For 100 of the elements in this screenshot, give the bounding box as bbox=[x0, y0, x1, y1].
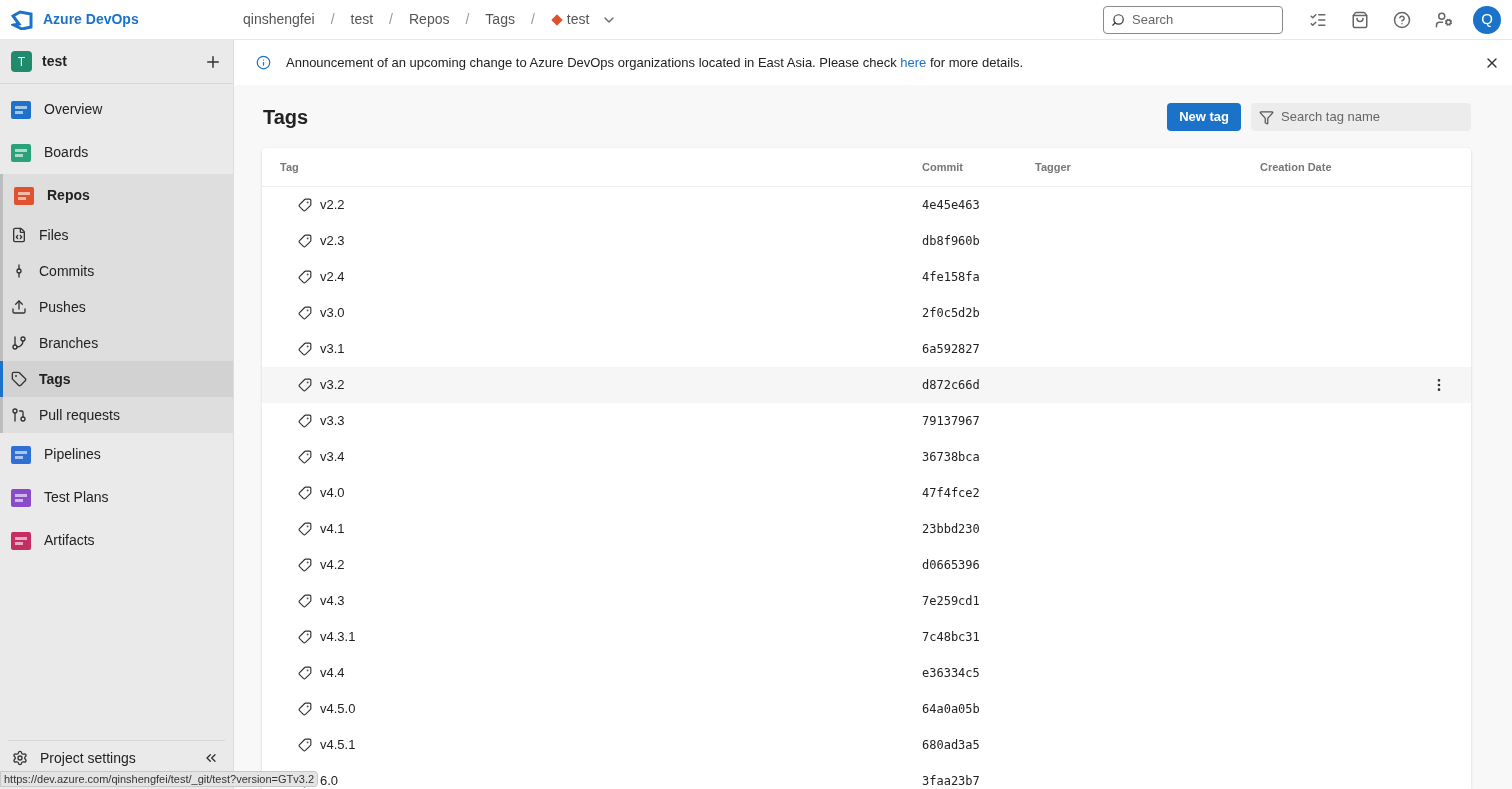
tag-icon bbox=[298, 342, 312, 356]
table-row[interactable]: v2.2 4e45e463 bbox=[262, 187, 1471, 223]
tag-icon bbox=[298, 522, 312, 536]
tag-name[interactable]: v3.0 bbox=[320, 303, 345, 323]
sidebar-item[interactable]: Repos bbox=[3, 174, 233, 217]
column-header[interactable]: Creation Date bbox=[1260, 158, 1471, 176]
tag-name[interactable]: v3.4 bbox=[320, 447, 345, 467]
sidebar-subitem[interactable]: Files bbox=[3, 217, 233, 253]
sidebar-subitem[interactable]: Commits bbox=[3, 253, 233, 289]
commit-hash[interactable]: 79137967 bbox=[922, 412, 1431, 430]
column-header[interactable]: Tag bbox=[262, 158, 922, 176]
commit-hash[interactable]: e36334c5 bbox=[922, 664, 1431, 682]
table-row[interactable]: v3.1 6a592827 bbox=[262, 331, 1471, 367]
sidebar-item[interactable]: Test Plans bbox=[0, 476, 233, 519]
repo-selector[interactable]: test bbox=[550, 9, 618, 30]
help-icon[interactable] bbox=[1393, 10, 1411, 29]
tag-icon bbox=[298, 738, 312, 752]
commit-hash[interactable]: 47f4fce2 bbox=[922, 484, 1431, 502]
tag-icon bbox=[298, 630, 312, 644]
tag-name[interactable]: v2.3 bbox=[320, 231, 345, 251]
table-row[interactable]: v4.5.1 680ad3a5 bbox=[262, 727, 1471, 763]
file-code-icon bbox=[11, 227, 27, 243]
tag-name[interactable]: v4.0 bbox=[320, 483, 345, 503]
sidebar-item[interactable]: Boards bbox=[0, 131, 233, 174]
sidebar-subitem[interactable]: Pull requests bbox=[3, 397, 233, 433]
commit-hash[interactable]: db8f960b bbox=[922, 232, 1431, 250]
tag-icon bbox=[298, 558, 312, 572]
tag-name[interactable]: v3.3 bbox=[320, 411, 345, 431]
tag-icon bbox=[298, 234, 312, 248]
sidebar-subitem[interactable]: Tags bbox=[3, 361, 233, 397]
tag-name[interactable]: v2.2 bbox=[320, 195, 345, 215]
table-row[interactable]: v4.5.0 64a0a05b bbox=[262, 691, 1471, 727]
tag-name[interactable]: v3.1 bbox=[320, 339, 345, 359]
tag-name[interactable]: v4.2 bbox=[320, 555, 345, 575]
breadcrumb-separator: / bbox=[465, 10, 470, 29]
search-field[interactable]: Search bbox=[1103, 5, 1283, 34]
tag-icon bbox=[11, 371, 27, 387]
commit-hash[interactable]: 3faa23b7 bbox=[922, 772, 1431, 789]
tag-icon bbox=[298, 486, 312, 500]
sidebar-item[interactable]: Pipelines bbox=[0, 433, 233, 476]
breadcrumb-separator: / bbox=[389, 10, 393, 29]
table-row[interactable]: v2.3 db8f960b bbox=[262, 223, 1471, 259]
sidebar-item[interactable]: Artifacts bbox=[0, 519, 233, 562]
tag-name[interactable]: v4.3.1 bbox=[320, 627, 356, 647]
bag-icon[interactable] bbox=[1351, 10, 1369, 29]
tag-name[interactable]: v3.2 bbox=[320, 375, 345, 395]
tag-name[interactable]: v4.5.0 bbox=[320, 699, 356, 719]
table-row[interactable]: v2.4 4fe158fa bbox=[262, 259, 1471, 295]
tag-icon bbox=[298, 198, 312, 212]
new-tag-button[interactable]: New tag bbox=[1167, 102, 1241, 131]
table-row[interactable]: v3.3 79137967 bbox=[262, 403, 1471, 439]
breadcrumb-link[interactable]: Tags bbox=[485, 9, 515, 30]
commit-hash[interactable]: 6a592827 bbox=[922, 340, 1431, 358]
commit-hash[interactable]: 2f0c5d2b bbox=[922, 304, 1431, 322]
table-row[interactable]: v4.3.1 7c48bc31 bbox=[262, 619, 1471, 655]
commit-hash[interactable]: 7e259cd1 bbox=[922, 592, 1431, 610]
column-header[interactable]: Tagger bbox=[1035, 158, 1260, 176]
tag-name[interactable]: v4.3 bbox=[320, 591, 345, 611]
commit-hash[interactable]: 64a0a05b bbox=[922, 700, 1431, 718]
commit-hash[interactable]: d0665396 bbox=[922, 556, 1431, 574]
sidebar-subitem[interactable]: Branches bbox=[3, 325, 233, 361]
table-row[interactable]: v4.1 23bbd230 bbox=[262, 511, 1471, 547]
breadcrumb-link[interactable]: qinshengfei bbox=[243, 9, 315, 30]
tag-name[interactable]: 6.0 bbox=[320, 771, 339, 789]
tag-icon bbox=[298, 666, 312, 680]
project-avatar: T bbox=[11, 51, 32, 72]
commit-hash[interactable]: 4e45e463 bbox=[922, 196, 1431, 214]
commit-hash[interactable]: 4fe158fa bbox=[922, 268, 1431, 286]
tag-name[interactable]: v4.1 bbox=[320, 519, 345, 539]
breadcrumb-link[interactable]: test bbox=[350, 9, 374, 30]
table-row[interactable]: v3.0 2f0c5d2b bbox=[262, 295, 1471, 331]
tag-name[interactable]: v4.5.1 bbox=[320, 735, 356, 755]
avatar[interactable]: Q bbox=[1473, 5, 1501, 34]
sidebar-item[interactable]: Overview bbox=[0, 88, 233, 131]
info-icon bbox=[256, 55, 271, 70]
filter-field[interactable]: Search tag name bbox=[1251, 102, 1471, 131]
settings-icon bbox=[12, 750, 28, 766]
user-settings-icon[interactable] bbox=[1435, 10, 1453, 29]
table-row[interactable]: v4.4 e36334c5 bbox=[262, 655, 1471, 691]
table-row[interactable]: v4.0 47f4fce2 bbox=[262, 475, 1471, 511]
product-name[interactable]: Azure DevOps bbox=[43, 9, 243, 30]
table-row[interactable]: v4.2 d0665396 bbox=[262, 547, 1471, 583]
tag-name[interactable]: v4.4 bbox=[320, 663, 345, 683]
table-row[interactable]: v3.2 d872c66d bbox=[262, 367, 1471, 403]
commit-hash[interactable]: 23bbd230 bbox=[922, 520, 1431, 538]
column-header[interactable]: Commit bbox=[922, 158, 1035, 176]
breadcrumb-link[interactable]: Repos bbox=[409, 9, 450, 30]
commit-hash[interactable]: d872c66d bbox=[922, 376, 1431, 394]
status-url-tooltip: https://dev.azure.com/qinshengfei/test/_git/test?version=GTv3.2 bbox=[0, 771, 319, 787]
project-settings-link[interactable]: Project settings bbox=[40, 747, 191, 769]
commit-hash[interactable]: 680ad3a5 bbox=[922, 736, 1431, 754]
table-row[interactable]: v3.4 36738bca bbox=[262, 439, 1471, 475]
commit-hash[interactable]: 7c48bc31 bbox=[922, 628, 1431, 646]
table-row[interactable]: v4.3 7e259cd1 bbox=[262, 583, 1471, 619]
project-name[interactable]: test bbox=[42, 51, 204, 72]
here-link[interactable]: here bbox=[900, 54, 927, 70]
commit-hash[interactable]: 36738bca bbox=[922, 448, 1431, 466]
tag-icon bbox=[298, 702, 312, 716]
sidebar-subitem[interactable]: Pushes bbox=[3, 289, 233, 325]
tag-name[interactable]: v2.4 bbox=[320, 267, 345, 287]
